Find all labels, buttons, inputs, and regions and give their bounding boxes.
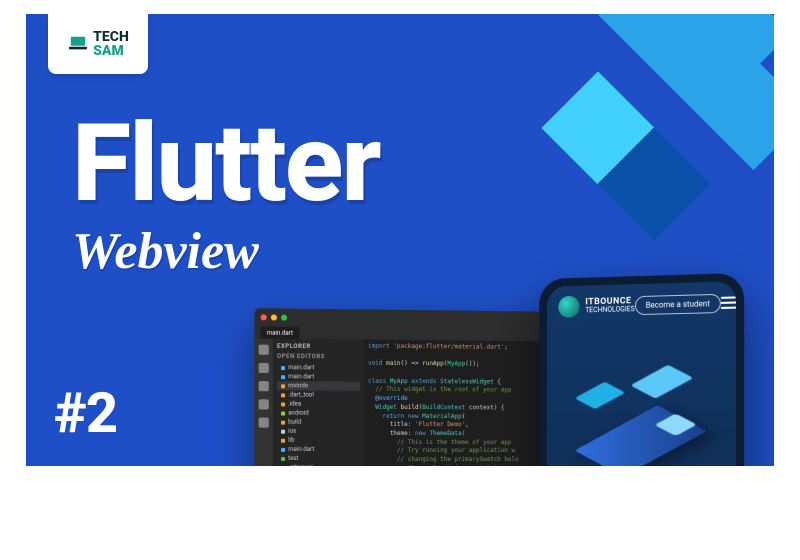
file-tree-item[interactable]: main.dart	[277, 372, 360, 382]
file-name-label: mvindo	[288, 382, 308, 389]
file-icon	[281, 402, 285, 406]
window-min-dot	[271, 314, 277, 320]
file-name-label: .idea	[288, 400, 301, 407]
file-tree-item[interactable]: .dart_tool	[277, 390, 360, 399]
file-icon	[281, 447, 285, 451]
headline-block: Flutter Webview	[72, 110, 380, 281]
files-icon	[259, 345, 269, 355]
file-icon	[281, 366, 285, 370]
file-tree-item[interactable]: lib	[277, 436, 360, 445]
file-icon	[281, 429, 285, 433]
file-tree-item[interactable]: mvindo	[277, 381, 360, 391]
file-name-label: android	[288, 410, 309, 417]
file-tree-item[interactable]: .gitignore	[277, 463, 360, 466]
laptop-icon	[67, 35, 89, 53]
window-close-dot	[261, 314, 267, 320]
file-tree-item[interactable]: .idea	[277, 399, 360, 408]
episode-number: #2	[54, 380, 117, 446]
explorer-heading: EXPLORER	[277, 343, 360, 351]
file-name-label: main.dart	[288, 364, 314, 371]
extensions-icon	[259, 418, 269, 428]
file-icon	[281, 393, 285, 397]
file-name-label: lib	[288, 437, 294, 444]
thumbnail-canvas: TECH SAM Flutter Webview #2 main.dart	[0, 0, 800, 560]
file-name-label: .dart_tool	[288, 391, 314, 398]
file-icon	[281, 456, 285, 460]
logo-word-2: SAM	[93, 43, 124, 59]
window-max-dot	[281, 315, 287, 321]
file-name-label: main.dart	[288, 446, 314, 453]
file-name-label: main.dart	[288, 373, 314, 380]
file-tree-item[interactable]: build	[277, 418, 360, 427]
brand-text: ITBOUNCE TECHNOLOGIES	[585, 297, 634, 314]
headline-subtitle: Webview	[72, 222, 380, 281]
scm-icon	[259, 381, 269, 391]
vscode-active-tab: main.dart	[261, 326, 299, 338]
hamburger-menu-icon[interactable]	[721, 296, 736, 309]
file-tree-item[interactable]: main.dart	[277, 445, 360, 454]
phone-screen: ITBOUNCE TECHNOLOGIES Become a student	[547, 281, 736, 466]
channel-logo-badge: TECH SAM	[48, 14, 148, 74]
file-icon	[281, 411, 285, 415]
file-tree-item[interactable]: android	[277, 408, 360, 417]
search-icon	[259, 363, 269, 373]
file-tree-item[interactable]: ios	[277, 427, 360, 436]
file-icon	[281, 375, 285, 379]
vscode-activity-bar	[254, 339, 272, 466]
brand-logo-icon	[558, 296, 579, 318]
phone-brand: ITBOUNCE TECHNOLOGIES	[558, 294, 634, 318]
become-student-button[interactable]: Become a student	[635, 293, 721, 314]
vscode-explorer: EXPLORER OPEN EDITORS main.dart main.dart…	[273, 339, 364, 466]
vscode-window: main.dart EXPLORER OPEN EDITORS main.dar…	[254, 308, 563, 466]
debug-icon	[259, 399, 269, 409]
thumbnail-inner: TECH SAM Flutter Webview #2 main.dart	[26, 14, 774, 466]
brand-sub: TECHNOLOGIES	[585, 305, 634, 314]
file-name-label: test	[288, 455, 298, 462]
file-name-label: ios	[288, 428, 296, 435]
file-icon	[281, 438, 285, 442]
open-editors-heading: OPEN EDITORS	[277, 353, 360, 361]
headline-title: Flutter	[72, 110, 380, 218]
phone-mockup: ITBOUNCE TECHNOLOGIES Become a student	[539, 273, 744, 466]
file-icon	[281, 384, 285, 388]
phone-hero-illustration	[547, 328, 736, 466]
vscode-editor: import 'package:flutter/material.dart'; …	[364, 340, 564, 466]
file-tree-item[interactable]: test	[277, 454, 360, 463]
channel-logo-text: TECH SAM	[93, 30, 129, 58]
file-icon	[281, 420, 285, 424]
phone-appbar: ITBOUNCE TECHNOLOGIES Become a student	[547, 281, 736, 324]
file-name-label: .gitignore	[288, 464, 313, 466]
file-name-label: build	[288, 419, 301, 426]
